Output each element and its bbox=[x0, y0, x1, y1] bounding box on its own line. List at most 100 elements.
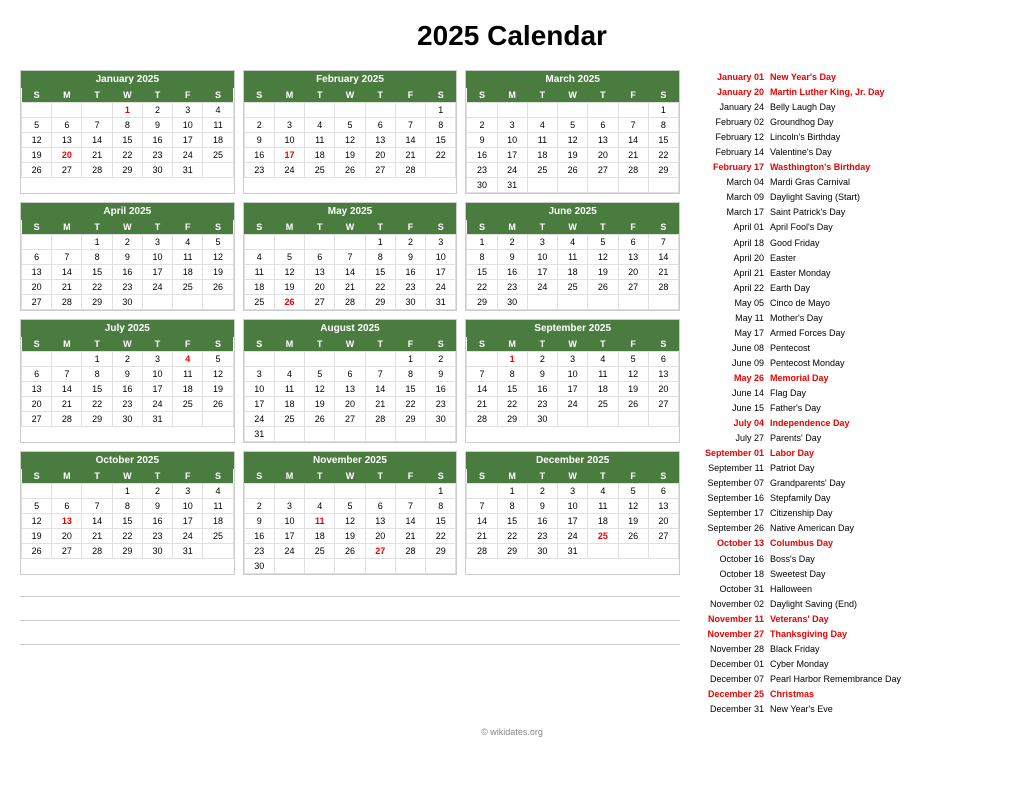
month-header: July 2025 bbox=[21, 320, 234, 337]
cal-day: 25 bbox=[558, 280, 588, 295]
holiday-name: Pentecost Monday bbox=[770, 357, 845, 370]
cal-day: 19 bbox=[335, 148, 365, 163]
cal-day: 26 bbox=[618, 397, 648, 412]
cal-day: 16 bbox=[426, 382, 456, 397]
cal-day: 3 bbox=[142, 352, 172, 367]
month-calendar-9: September 2025SMTWTFS 123456789101112131… bbox=[465, 319, 680, 443]
holiday-date: March 04 bbox=[692, 176, 764, 189]
cal-day: 20 bbox=[648, 382, 678, 397]
cal-day: 5 bbox=[618, 352, 648, 367]
holiday-name: Mother's Day bbox=[770, 312, 823, 325]
holiday-date: September 16 bbox=[692, 492, 764, 505]
cal-day: 27 bbox=[588, 163, 618, 178]
cal-day: 29 bbox=[426, 544, 456, 559]
holiday-name: Patriot Day bbox=[770, 462, 815, 475]
holiday-name: Independence Day bbox=[770, 417, 850, 430]
cal-day: 30 bbox=[244, 559, 274, 574]
cal-day: 12 bbox=[335, 133, 365, 148]
cal-day: 21 bbox=[618, 148, 648, 163]
cal-day: 12 bbox=[203, 250, 233, 265]
cal-day: 11 bbox=[203, 499, 233, 514]
cal-day: 10 bbox=[497, 133, 527, 148]
cal-day: 7 bbox=[335, 250, 365, 265]
cal-day: 30 bbox=[112, 412, 142, 427]
cal-day: 12 bbox=[588, 250, 618, 265]
cal-day: 31 bbox=[142, 412, 172, 427]
cal-day: 17 bbox=[274, 529, 304, 544]
cal-day: 21 bbox=[395, 529, 425, 544]
holiday-row: June 08Pentecost bbox=[690, 341, 1004, 356]
holiday-name: Daylight Saving (End) bbox=[770, 598, 857, 611]
holiday-name: Grandparents' Day bbox=[770, 477, 845, 490]
cal-day: 3 bbox=[497, 118, 527, 133]
holiday-row: May 11Mother's Day bbox=[690, 311, 1004, 326]
cal-day: 3 bbox=[558, 352, 588, 367]
cal-day: 5 bbox=[203, 352, 233, 367]
cal-day: 23 bbox=[142, 529, 172, 544]
cal-day: 31 bbox=[558, 544, 588, 559]
cal-day: 6 bbox=[365, 499, 395, 514]
month-header: October 2025 bbox=[21, 452, 234, 469]
cal-day: 16 bbox=[527, 382, 557, 397]
cal-day: 15 bbox=[112, 133, 142, 148]
cal-day: 12 bbox=[335, 514, 365, 529]
holiday-date: July 27 bbox=[692, 432, 764, 445]
cal-day: 11 bbox=[527, 133, 557, 148]
cal-day: 28 bbox=[395, 163, 425, 178]
cal-day: 6 bbox=[365, 118, 395, 133]
cal-day: 4 bbox=[203, 103, 233, 118]
cal-day: 7 bbox=[467, 499, 497, 514]
cal-day: 18 bbox=[203, 514, 233, 529]
cal-day: 1 bbox=[467, 235, 497, 250]
cal-day: 16 bbox=[244, 148, 274, 163]
cal-day: 1 bbox=[112, 484, 142, 499]
cal-day: 8 bbox=[365, 250, 395, 265]
holiday-row: May 05Cinco de Mayo bbox=[690, 296, 1004, 311]
cal-day: 5 bbox=[305, 367, 335, 382]
holiday-row: February 17Wasthington's Birthday bbox=[690, 160, 1004, 175]
cal-day: 30 bbox=[112, 295, 142, 310]
cal-day: 13 bbox=[22, 265, 52, 280]
cal-day: 17 bbox=[497, 148, 527, 163]
cal-day: 1 bbox=[426, 484, 456, 499]
holiday-name: Memorial Day bbox=[770, 372, 829, 385]
cal-day: 11 bbox=[558, 250, 588, 265]
holiday-name: Good Friday bbox=[770, 237, 820, 250]
holiday-date: November 11 bbox=[692, 613, 764, 626]
cal-day: 4 bbox=[588, 352, 618, 367]
cal-day: 29 bbox=[467, 295, 497, 310]
cal-day: 26 bbox=[335, 544, 365, 559]
cal-day: 30 bbox=[467, 178, 497, 193]
holiday-row: January 01New Year's Day bbox=[690, 70, 1004, 85]
holiday-row: July 04Independence Day bbox=[690, 416, 1004, 431]
month-header: August 2025 bbox=[244, 320, 457, 337]
cal-day: 4 bbox=[305, 499, 335, 514]
cal-day: 15 bbox=[426, 133, 456, 148]
cal-day: 6 bbox=[22, 367, 52, 382]
cal-day: 2 bbox=[112, 235, 142, 250]
cal-day: 11 bbox=[305, 133, 335, 148]
cal-day: 27 bbox=[648, 397, 678, 412]
holiday-date: January 24 bbox=[692, 101, 764, 114]
cal-day: 24 bbox=[173, 529, 203, 544]
cal-day: 7 bbox=[52, 250, 82, 265]
holiday-name: Parents' Day bbox=[770, 432, 821, 445]
cal-day: 20 bbox=[52, 148, 82, 163]
cal-day: 13 bbox=[588, 133, 618, 148]
holiday-name: Pearl Harbor Remembrance Day bbox=[770, 673, 901, 686]
cal-day: 25 bbox=[305, 544, 335, 559]
cal-day: 14 bbox=[648, 250, 678, 265]
cal-day: 2 bbox=[527, 484, 557, 499]
cal-day: 27 bbox=[618, 280, 648, 295]
cal-day: 21 bbox=[82, 148, 112, 163]
cal-day: 1 bbox=[112, 103, 142, 118]
cal-day: 8 bbox=[426, 118, 456, 133]
holiday-name: Cinco de Mayo bbox=[770, 297, 830, 310]
cal-day: 26 bbox=[558, 163, 588, 178]
cal-day: 27 bbox=[52, 544, 82, 559]
holiday-date: June 08 bbox=[692, 342, 764, 355]
cal-day: 7 bbox=[82, 118, 112, 133]
cal-day: 25 bbox=[527, 163, 557, 178]
cal-day: 13 bbox=[648, 499, 678, 514]
holiday-date: December 07 bbox=[692, 673, 764, 686]
